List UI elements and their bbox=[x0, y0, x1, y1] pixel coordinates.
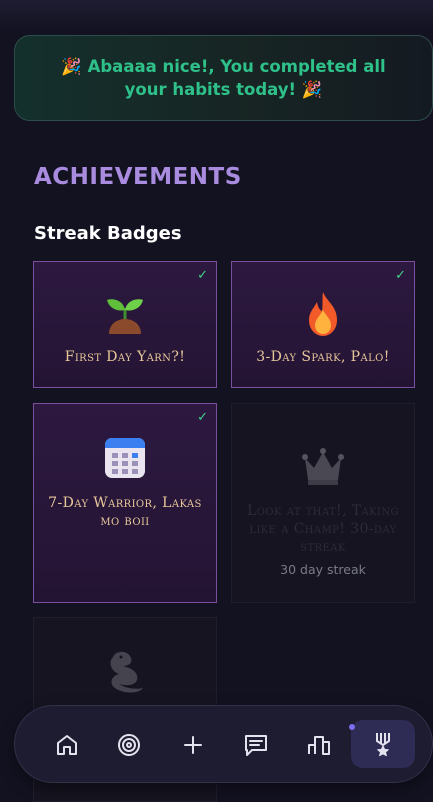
completion-banner: 🎉 Abaaaa nice!, You completed all your h… bbox=[14, 35, 433, 121]
home-icon bbox=[57, 735, 77, 755]
banner-text: 🎉 Abaaaa nice!, You completed all your h… bbox=[61, 57, 386, 99]
nav-goals[interactable] bbox=[104, 706, 154, 784]
message-icon bbox=[245, 735, 267, 756]
check-icon: ✓ bbox=[197, 410, 208, 425]
fire-icon bbox=[309, 292, 337, 336]
target-icon bbox=[118, 734, 140, 756]
badge-name: 3-Day Spark, Palo! bbox=[256, 349, 390, 365]
leaderboard-icon bbox=[308, 736, 330, 755]
active-indicator-dot bbox=[349, 724, 355, 730]
badge-7-day-warrior[interactable]: ✓ 7-Day Warrior, Lakas mo boii bbox=[33, 403, 217, 603]
nav-home[interactable] bbox=[42, 706, 92, 784]
badge-30-day-streak[interactable]: Look at that!, Taking like a Champ! 30-d… bbox=[231, 403, 415, 603]
badge-name: 7-Day Warrior, Lakas mo boii bbox=[48, 495, 202, 529]
streak-badges-heading: Streak Badges bbox=[34, 223, 182, 244]
calendar-icon bbox=[105, 438, 145, 478]
dragon-icon bbox=[110, 651, 143, 693]
check-icon: ✓ bbox=[395, 268, 406, 283]
plus-icon bbox=[184, 736, 202, 754]
badge-3-day-spark[interactable]: ✓ 3-Day Spark, Palo! bbox=[231, 261, 415, 388]
badge-name: First Day Yarn?! bbox=[64, 349, 186, 365]
nav-achievements[interactable] bbox=[349, 720, 415, 768]
badge-name: Look at that!, Taking like a Champ! 30-d… bbox=[247, 503, 399, 555]
check-icon: ✓ bbox=[197, 268, 208, 283]
badge-description: 30 day streak bbox=[280, 562, 366, 577]
bottom-nav bbox=[14, 705, 433, 783]
crown-icon bbox=[302, 448, 344, 485]
achievements-title: ACHIEVEMENTS bbox=[34, 164, 242, 190]
badge-first-day[interactable]: ✓ First Day Yarn?! bbox=[33, 261, 217, 388]
nav-leaderboard[interactable] bbox=[294, 706, 344, 784]
seedling-icon bbox=[107, 299, 143, 334]
medal-icon bbox=[376, 733, 390, 757]
nav-add[interactable] bbox=[168, 706, 218, 784]
top-fade bbox=[0, 0, 433, 30]
nav-messages[interactable] bbox=[231, 706, 281, 784]
